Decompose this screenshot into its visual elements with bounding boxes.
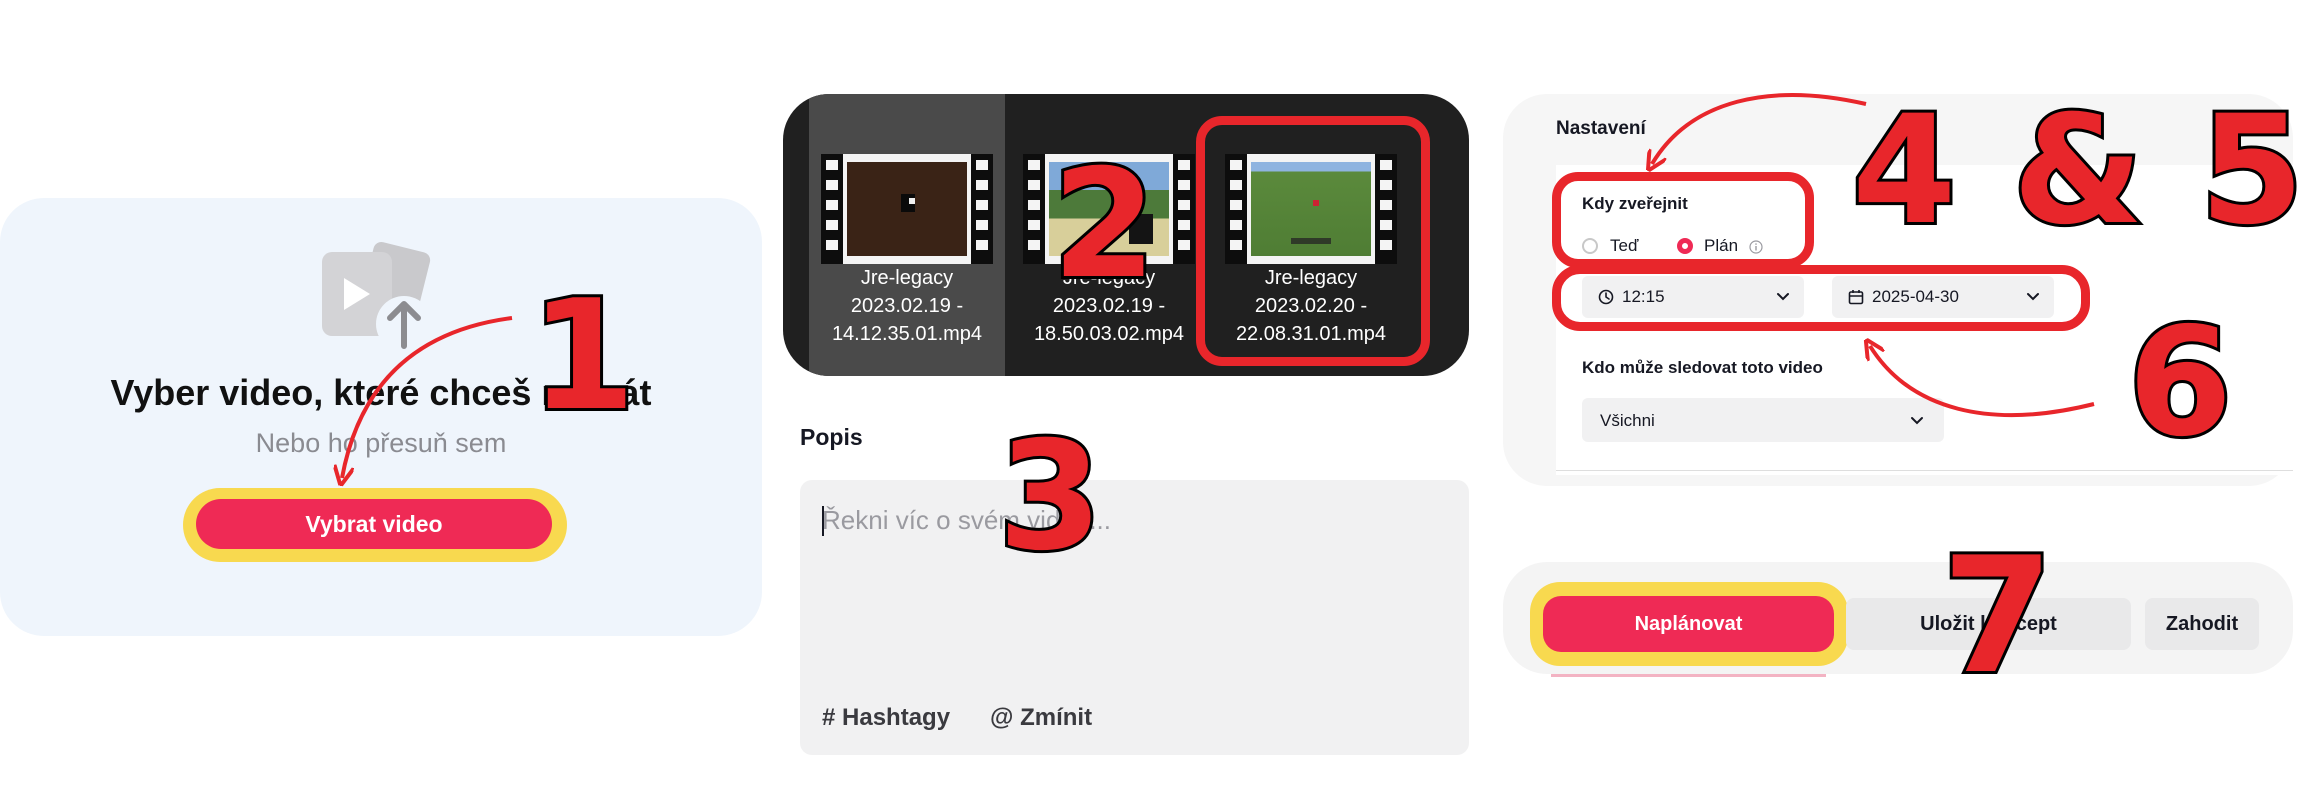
step-number-1: 1 [527, 267, 639, 444]
annotation-box-datetime [1552, 265, 2090, 331]
settings-title: Nastavení [1556, 118, 1646, 139]
step-number-6: 6 [2125, 296, 2235, 470]
audience-value: Všichni [1600, 411, 1655, 430]
schedule-button[interactable]: Naplánovat [1543, 596, 1834, 652]
divider [1556, 470, 2293, 471]
step-number-7: 7 [1939, 522, 2056, 709]
select-video-button[interactable]: Vybrat video [196, 499, 552, 549]
discard-button[interactable]: Zahodit [2145, 598, 2259, 650]
chevron-down-icon [1911, 417, 1923, 425]
audience-label: Kdo může sledovat toto video [1582, 358, 1823, 377]
hashtags-button[interactable]: # Hashtagy [822, 704, 950, 732]
upload-subtitle: Nebo ho přesuň sem [255, 428, 507, 458]
annotation-box-when [1552, 172, 1814, 268]
file-thumbnail [821, 154, 993, 264]
annotation-box-file [1196, 116, 1430, 366]
mention-button[interactable]: @ Zmínit [990, 704, 1092, 732]
text-caret [822, 506, 824, 536]
upload-title: Vyber video, které chceš nahrát [110, 372, 652, 413]
description-label: Popis [800, 424, 863, 450]
file-name: Jre-legacy 2023.02.19 - 14.12.35.01.mp4 [831, 267, 983, 345]
step-number-2: 2 [1049, 138, 1159, 312]
file-item[interactable]: Jre-legacy 2023.02.19 - 14.12.35.01.mp4 [809, 94, 1005, 376]
step-number-3: 3 [995, 410, 1105, 584]
progress-underline [1551, 674, 1826, 677]
video-upload-icon [322, 241, 432, 352]
step-number-4-5: 4 & 5 [1849, 84, 2307, 258]
